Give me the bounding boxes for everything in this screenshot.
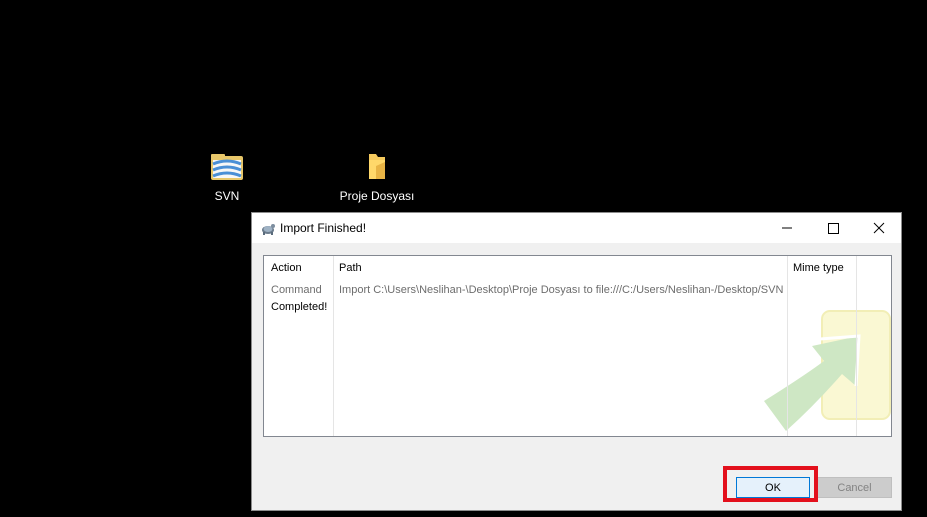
desktop-icon-label: SVN bbox=[214, 189, 240, 203]
column-header-path[interactable]: Path bbox=[339, 262, 362, 274]
import-finished-dialog: Import Finished! Action Path Mime type C… bbox=[251, 212, 902, 511]
results-list[interactable]: Action Path Mime type Command Import C:\… bbox=[263, 255, 892, 437]
tortoisesvn-watermark-icon bbox=[764, 306, 891, 436]
cancel-button[interactable]: Cancel bbox=[817, 477, 892, 498]
tortoisesvn-icon bbox=[260, 220, 276, 236]
desktop-icon-svn[interactable]: SVN bbox=[182, 152, 272, 203]
close-icon[interactable] bbox=[856, 213, 902, 243]
desktop-icon-proje-dosyasi[interactable]: Proje Dosyası bbox=[332, 152, 422, 203]
column-separator bbox=[333, 256, 334, 436]
row-path: Import C:\Users\Neslihan-\Desktop\Proje … bbox=[339, 284, 784, 296]
column-header-mime-type[interactable]: Mime type bbox=[793, 262, 844, 274]
column-separator bbox=[856, 256, 857, 436]
minimize-icon[interactable] bbox=[764, 213, 810, 243]
title-bar[interactable]: Import Finished! bbox=[252, 213, 901, 243]
row-action: Completed! bbox=[271, 301, 328, 313]
row-action: Command bbox=[271, 284, 322, 296]
column-header-action[interactable]: Action bbox=[271, 262, 302, 274]
maximize-icon[interactable] bbox=[810, 213, 856, 243]
dialog-title: Import Finished! bbox=[280, 221, 367, 235]
column-separator bbox=[787, 256, 788, 436]
svn-repo-icon bbox=[182, 152, 272, 185]
ok-button[interactable]: OK bbox=[736, 477, 810, 498]
desktop-icon-label: Proje Dosyası bbox=[339, 189, 415, 203]
folder-icon bbox=[332, 152, 422, 185]
desktop: SVN Proje Dosyası Import Finished! Actio… bbox=[0, 0, 927, 517]
